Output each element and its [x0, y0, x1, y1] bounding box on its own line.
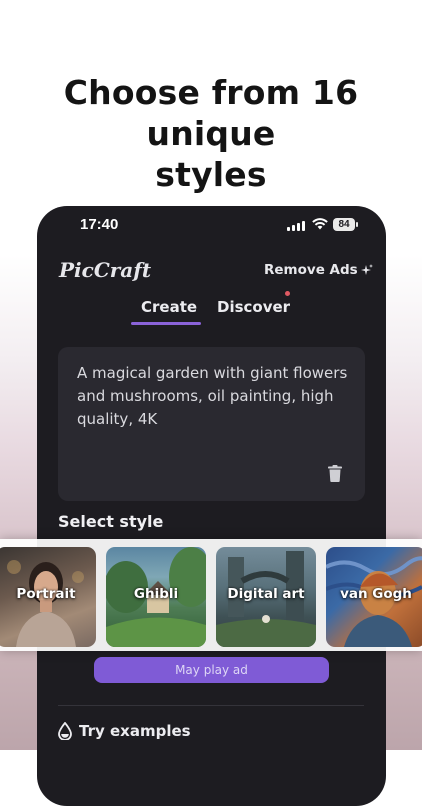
style-card-portrait[interactable]: Portrait	[0, 547, 96, 647]
battery-icon: 84	[333, 218, 358, 231]
style-label-digital-art: Digital art	[227, 586, 305, 602]
cellular-signal-icon	[287, 220, 305, 231]
style-card-van-gogh[interactable]: van Gogh	[326, 547, 422, 647]
notification-dot	[285, 291, 290, 296]
active-tab-indicator	[131, 322, 201, 325]
style-carousel: Portrait Ghibli Digital art van Gogh	[0, 539, 422, 651]
headline-line-1: Choose from 16 unique	[63, 73, 359, 153]
app-logo: PicCraft	[59, 258, 152, 282]
prompt-text[interactable]: A magical garden with giant flowers and …	[77, 362, 352, 431]
style-card-ghibli[interactable]: Ghibli	[106, 547, 206, 647]
promo-headline: Choose from 16 unique styles	[0, 72, 422, 195]
tab-create[interactable]: Create	[141, 298, 197, 316]
select-style-heading: Select style	[58, 512, 164, 531]
style-card-digital-art[interactable]: Digital art	[216, 547, 316, 647]
generate-button[interactable]: May play ad	[94, 657, 329, 683]
try-examples-label: Try examples	[79, 722, 191, 740]
section-divider	[58, 705, 364, 706]
remove-ads-label: Remove Ads	[264, 262, 358, 278]
sparkle-icon	[360, 264, 373, 275]
tab-discover[interactable]: Discover	[217, 298, 290, 316]
style-label-ghibli: Ghibli	[133, 586, 179, 602]
status-bar: 17:40 84	[37, 206, 386, 246]
drop-icon	[58, 722, 72, 740]
try-examples-button[interactable]: Try examples	[58, 722, 191, 740]
headline-line-2: styles	[155, 155, 267, 194]
mode-tabs: Create Discover	[37, 291, 386, 328]
phone-screen: 17:40 84 PicCraft Remove Ads Create Disc…	[37, 206, 386, 806]
prompt-input[interactable]: A magical garden with giant flowers and …	[58, 347, 365, 501]
style-label-van-gogh: van Gogh	[340, 586, 412, 602]
status-time: 17:40	[80, 216, 119, 233]
remove-ads-button[interactable]: Remove Ads	[264, 262, 373, 278]
trash-icon[interactable]	[328, 465, 342, 482]
style-label-portrait: Portrait	[16, 586, 76, 602]
wifi-icon	[312, 218, 328, 230]
